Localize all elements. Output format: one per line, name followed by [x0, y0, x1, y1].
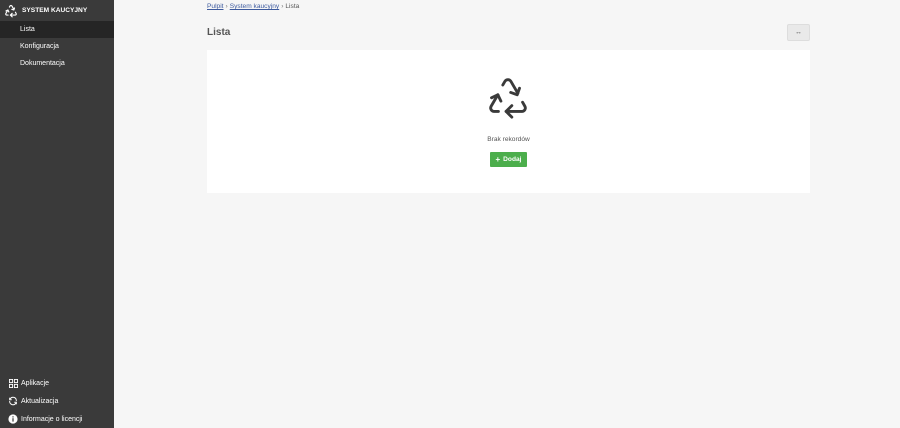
sidebar-item-lista[interactable]: Lista [0, 21, 114, 38]
breadcrumb-separator: › [281, 3, 284, 10]
sidebar: SYSTEM KAUCYJNY Lista Konfiguracja Dokum… [0, 0, 114, 428]
brand[interactable]: SYSTEM KAUCYJNY [0, 0, 114, 21]
empty-state-message: Brak rekordów [487, 136, 530, 143]
plus-icon: + [495, 154, 501, 164]
refresh-icon [8, 396, 18, 406]
sidebar-item-label: Lista [20, 26, 35, 33]
recycle-icon [485, 75, 531, 121]
expand-button[interactable]: ↔ [787, 24, 810, 41]
sidebar-item-label: Dokumentacja [20, 60, 65, 67]
breadcrumb-module-link[interactable]: System kaucyjny [230, 3, 279, 10]
sidebar-item-dokumentacja[interactable]: Dokumentacja [0, 55, 114, 72]
grid-icon [8, 378, 18, 388]
add-button-label: Dodaj [503, 156, 522, 163]
add-button[interactable]: + Dodaj [490, 152, 527, 167]
breadcrumb-separator: › [225, 3, 228, 10]
sidebar-item-aktualizacja[interactable]: Aktualizacja [0, 392, 114, 410]
breadcrumb: Pulpit › System kaucyjny › Lista [207, 3, 299, 10]
sidebar-item-label: Aplikacje [21, 379, 50, 387]
recycle-logo-icon [4, 4, 18, 18]
sidebar-bottom: Aplikacje Aktualizacja Informacje o lice… [0, 374, 114, 428]
sidebar-item-label: Aktualizacja [21, 397, 59, 405]
sidebar-item-label: Konfiguracja [20, 43, 59, 50]
sidebar-item-label: Informacje o licencji [21, 415, 83, 423]
sidebar-item-aplikacje[interactable]: Aplikacje [0, 374, 114, 392]
page-title: Lista [207, 27, 231, 38]
sidebar-item-licencja[interactable]: Informacje o licencji [0, 410, 114, 428]
empty-state-card: Brak rekordów + Dodaj [207, 50, 810, 193]
main-content: Pulpit › System kaucyjny › Lista Lista ↔ Bra… [114, 0, 900, 428]
expand-icon: ↔ [795, 29, 802, 36]
sidebar-item-konfiguracja[interactable]: Konfiguracja [0, 38, 114, 55]
breadcrumb-current: Lista [285, 3, 300, 10]
breadcrumb-home-link[interactable]: Pulpit [207, 3, 224, 10]
app-title: SYSTEM KAUCYJNY [22, 7, 88, 14]
info-icon [8, 414, 18, 424]
